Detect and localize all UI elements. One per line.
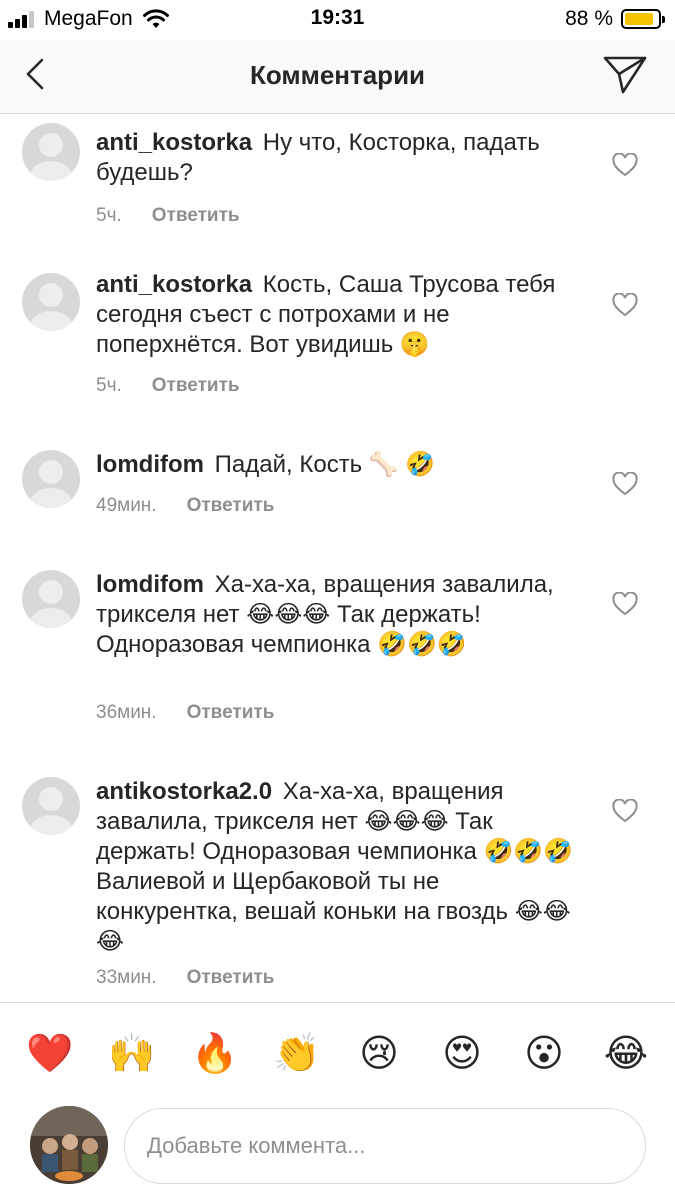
page-title: Комментарии [249,60,426,90]
fire-emoji[interactable]: 🔥 [191,1031,238,1077]
comment-username[interactable]: lomdifom [96,571,204,598]
tears-of-joy-emoji[interactable]: 😂 [603,1031,649,1077]
comment-time: 5ч. [96,375,122,396]
comment-body: anti_kostorka Ну что, Косторка, падать б… [96,128,586,188]
comment-meta: 5ч. Ответить [96,205,240,227]
comment-input[interactable] [124,1108,646,1184]
avatar[interactable] [22,450,80,508]
comment-time: 49мин. [96,495,157,516]
reply-button[interactable]: Ответить [187,702,275,724]
heart-icon[interactable] [612,592,638,616]
comment-username[interactable]: anti_kostorka [96,271,252,298]
emoji-bar: ❤️ 🙌 🔥 👏 😢 😍 😮 😂 [0,1002,675,1098]
profile-photo [30,1106,108,1184]
reply-button[interactable]: Ответить [187,495,275,517]
comment-username[interactable]: antikostorka2.0 [96,778,272,805]
avatar[interactable] [22,777,80,835]
red-heart-emoji[interactable]: ❤️ [26,1031,73,1077]
comment-body: lomdifom Ха-ха-ха, вращения завалила, тр… [96,570,586,660]
open-mouth-emoji[interactable]: 😮 [521,1031,567,1077]
comment-username[interactable]: lomdifom [96,451,204,478]
clapping-hands-emoji[interactable]: 👏 [273,1031,320,1077]
comment-text: Падай, Кость 🦴 🤣 [214,451,436,478]
comment-time: 5ч. [96,205,122,226]
raising-hands-emoji[interactable]: 🙌 [108,1031,155,1077]
avatar[interactable] [22,273,80,331]
heart-icon[interactable] [612,293,638,317]
battery-icon [621,9,665,29]
comment-composer [0,1098,675,1200]
comment-body: anti_kostorka Кость, Саша Трусова тебя с… [96,270,586,360]
heart-eyes-emoji[interactable]: 😍 [439,1031,485,1077]
comment-body: lomdifom Падай, Кость 🦴 🤣 [96,450,586,480]
my-avatar[interactable] [30,1106,108,1184]
battery-level [625,13,654,25]
crying-face-emoji[interactable]: 😢 [356,1031,402,1077]
reply-button[interactable]: Ответить [152,205,240,227]
reply-button[interactable]: Ответить [187,967,275,989]
send-button[interactable] [601,54,649,96]
battery-percent: 88 % [565,7,613,30]
avatar[interactable] [22,123,80,181]
comment-meta: 49мин. Ответить [96,495,274,517]
comment-meta: 5ч. Ответить [96,375,240,397]
avatar[interactable] [22,570,80,628]
comment-time: 33мин. [96,967,157,988]
paper-plane-icon [603,56,647,94]
comment-meta: 36мин. Ответить [96,702,274,724]
heart-icon[interactable] [612,472,638,496]
comment-meta: 33мин. Ответить [96,967,274,989]
comment-time: 36мин. [96,702,157,723]
status-right: 88 % [565,6,665,32]
comment-username[interactable]: anti_kostorka [96,129,252,156]
heart-icon[interactable] [612,799,638,823]
comment-body: antikostorka2.0 Ха-ха-ха, вращения завал… [96,777,586,957]
header: Комментарии [0,40,675,114]
comment-list: anti_kostorka Ну что, Косторка, падать б… [0,115,675,1001]
heart-icon[interactable] [612,153,638,177]
reply-button[interactable]: Ответить [152,375,240,397]
status-bar: MegaFon 19:31 88 % [0,0,675,40]
